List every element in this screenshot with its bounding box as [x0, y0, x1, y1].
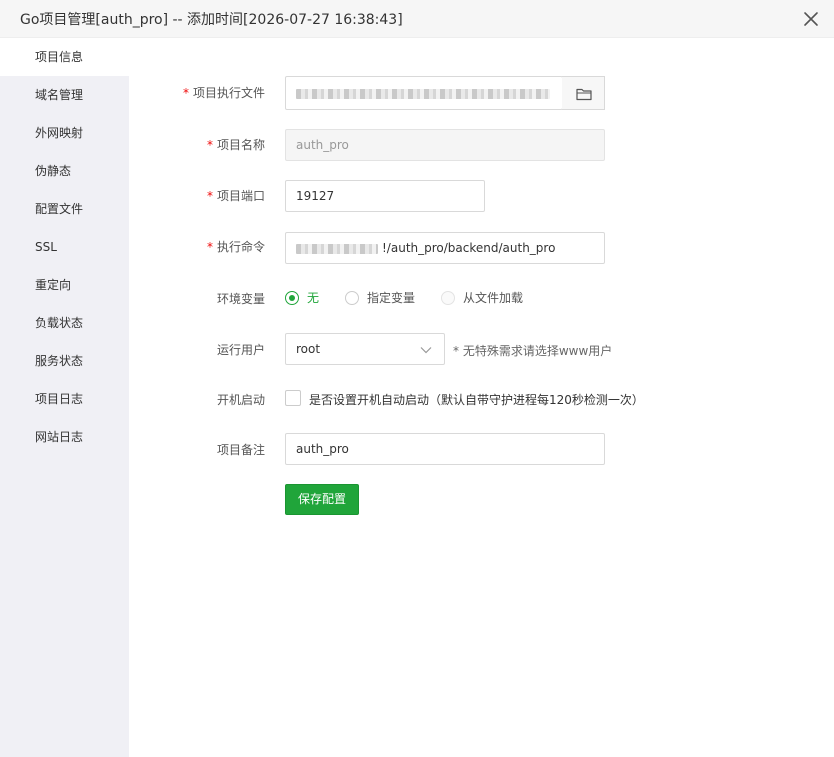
radio-unchecked-icon [441, 291, 456, 305]
close-button[interactable] [798, 6, 824, 32]
sidebar-item-domain[interactable]: 域名管理 [0, 76, 129, 114]
run-user-hint: * 无特殊需求请选择www用户 [453, 344, 613, 358]
project-name-input: auth_pro [285, 129, 605, 161]
exec-command-value: !/auth_pro/backend/auth_pro [382, 241, 556, 255]
autostart-label: 开机启动 [216, 393, 265, 407]
remark-label: 项目备注 [216, 443, 265, 457]
title-bar: Go项目管理[auth_pro] -- 添加时间[2026-07-27 16:3… [0, 0, 834, 38]
sidebar-item-service-status[interactable]: 服务状态 [0, 342, 129, 380]
exec-command-label: * 执行命令 [206, 240, 265, 254]
sidebar-item-project-log[interactable]: 项目日志 [0, 380, 129, 418]
exec-file-input[interactable] [285, 76, 563, 110]
sidebar: 项目信息 域名管理 外网映射 伪静态 配置文件 SSL 重定向 负载状态 服务状… [0, 38, 129, 757]
chevron-down-icon [420, 347, 432, 354]
folder-icon [576, 88, 592, 101]
project-name-label: * 项目名称 [206, 138, 265, 152]
remark-input[interactable]: auth_pro [285, 433, 605, 465]
exec-file-label: * 项目执行文件 [182, 86, 265, 100]
env-radio-group: 无 指定变量 从文件加载 [285, 290, 549, 306]
sidebar-item-project-info[interactable]: 项目信息 [0, 38, 129, 76]
window-title: Go项目管理[auth_pro] -- 添加时间[2026-07-27 16:3… [20, 12, 403, 28]
exec-command-input[interactable]: !/auth_pro/backend/auth_pro [285, 232, 605, 264]
redacted-path [296, 88, 550, 99]
browse-folder-button[interactable] [562, 76, 605, 110]
project-port-input[interactable]: 19127 [285, 180, 485, 212]
close-icon [804, 12, 818, 26]
env-option-file[interactable]: 从文件加载 [441, 290, 523, 306]
save-config-button[interactable]: 保存配置 [285, 484, 359, 515]
env-label: 环境变量 [216, 292, 265, 306]
autostart-text: 是否设置开机自动启动（默认自带守护进程每120秒检测一次） [309, 393, 644, 407]
radio-unchecked-icon [345, 291, 360, 305]
env-option-none[interactable]: 无 [285, 290, 319, 306]
redacted-command-prefix [296, 243, 378, 254]
sidebar-item-load-status[interactable]: 负载状态 [0, 304, 129, 342]
run-user-select[interactable]: root [285, 333, 445, 365]
run-user-value: root [296, 342, 321, 356]
sidebar-item-site-log[interactable]: 网站日志 [0, 418, 129, 456]
sidebar-item-port-mapping[interactable]: 外网映射 [0, 114, 129, 152]
sidebar-item-ssl[interactable]: SSL [0, 228, 129, 266]
project-info-form: * 项目执行文件 * 项目名称 auth_pro * 项目端口 19127 * 执行命令… [129, 38, 834, 757]
sidebar-item-redirect[interactable]: 重定向 [0, 266, 129, 304]
env-option-custom[interactable]: 指定变量 [345, 290, 415, 306]
sidebar-item-config-file[interactable]: 配置文件 [0, 190, 129, 228]
project-port-label: * 项目端口 [206, 189, 265, 203]
radio-checked-icon [285, 291, 299, 305]
run-user-label: 运行用户 [216, 343, 265, 357]
autostart-checkbox[interactable] [285, 390, 301, 406]
sidebar-item-rewrite[interactable]: 伪静态 [0, 152, 129, 190]
